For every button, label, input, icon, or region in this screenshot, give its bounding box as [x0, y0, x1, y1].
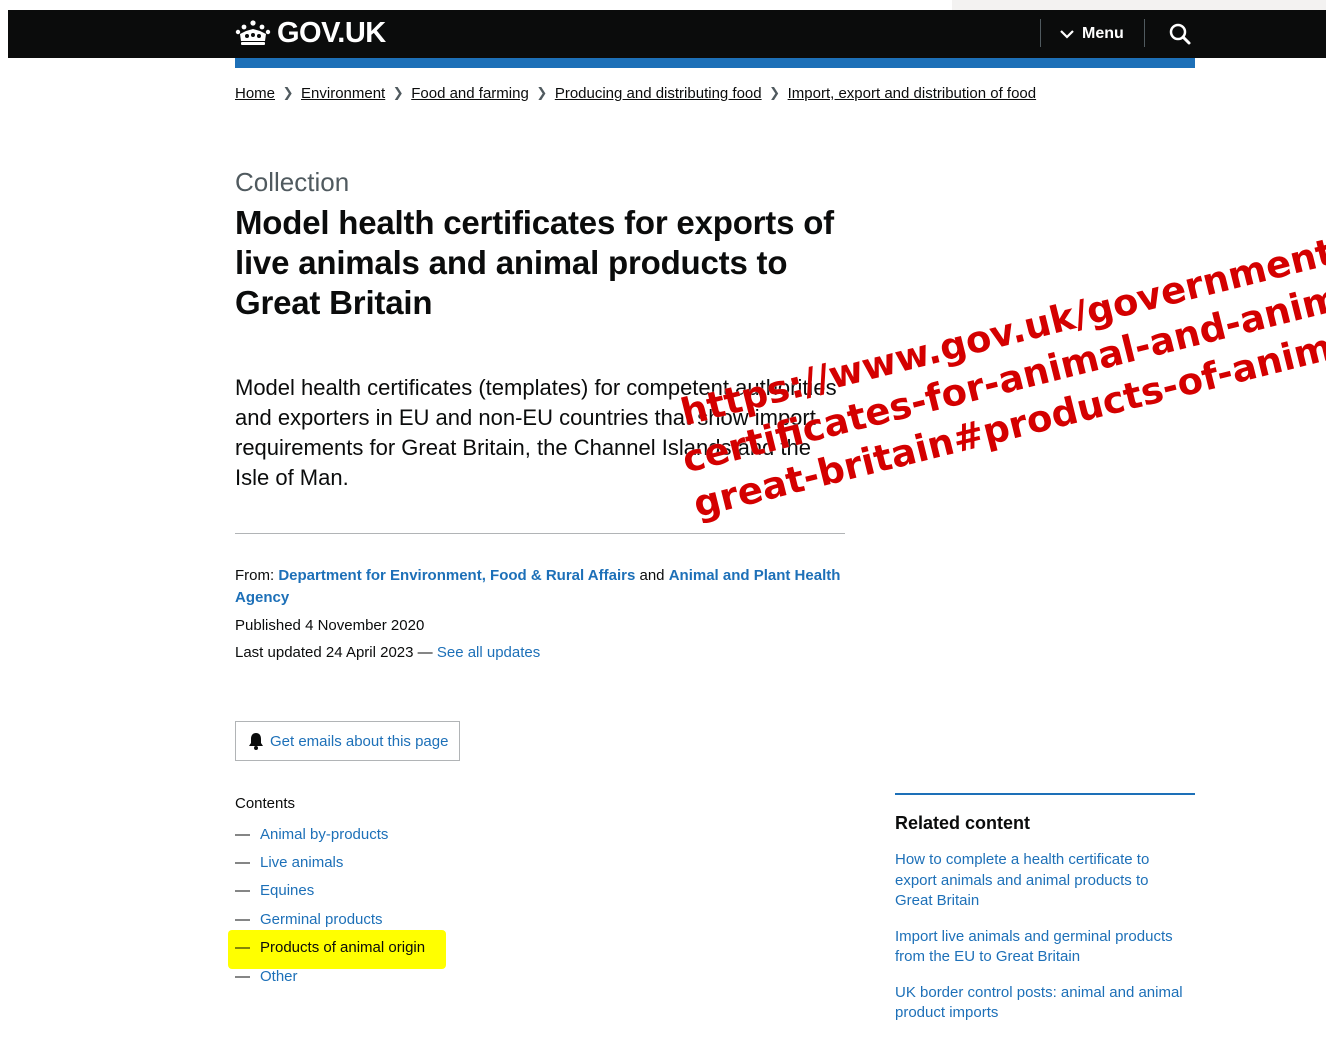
breadcrumb-producing-food[interactable]: Producing and distributing food [555, 85, 762, 102]
dash: — [235, 882, 250, 900]
list-item: — Germinal products [235, 905, 425, 933]
breadcrumb-home[interactable]: Home [235, 85, 275, 102]
contents-link-germinal-products[interactable]: Germinal products [260, 911, 383, 928]
published-date: 4 November 2020 [305, 617, 425, 634]
crown-icon [235, 20, 271, 45]
list-item: — Live animals [235, 848, 425, 876]
page-title: Model health certificates for exports of… [235, 204, 834, 321]
dash: — [235, 825, 250, 843]
get-emails-label: Get emails about this page [270, 732, 449, 750]
header-blue-bar [235, 58, 1195, 68]
org-link-defra[interactable]: Department for Environment, Food & Rural… [278, 567, 635, 584]
chevron-right-icon: ❯ [282, 85, 294, 100]
get-emails-button[interactable]: Get emails about this page [235, 721, 460, 761]
from-metadata: From: Department for Environment, Food &… [235, 565, 855, 609]
breadcrumb-import-export[interactable]: Import, export and distribution of food [788, 85, 1036, 102]
menu-button[interactable]: Menu [1060, 20, 1124, 48]
contents-link-products-of-animal-origin[interactable]: Products of animal origin [260, 939, 425, 956]
related-link[interactable]: How to complete a health certificate to … [895, 851, 1149, 909]
published-label: Published [235, 617, 301, 634]
from-label: From: [235, 567, 275, 584]
contents-link-animal-by-products[interactable]: Animal by-products [260, 826, 388, 843]
bell-icon [249, 733, 263, 750]
breadcrumb: Home ❯ Environment ❯ Food and farming ❯ … [235, 83, 1036, 103]
contents-link-other[interactable]: Other [260, 968, 298, 985]
dash: — [235, 910, 250, 928]
contents-heading: Contents [235, 795, 296, 812]
list-item: — Animal by-products [235, 820, 425, 848]
and-word: and [639, 567, 665, 584]
updated-metadata: Last updated 24 April 2023 — See all upd… [235, 642, 540, 664]
list-item: — Equines [235, 877, 425, 905]
dash: — [235, 967, 250, 985]
header-divider [1040, 19, 1041, 47]
chevron-right-icon: ❯ [769, 85, 781, 100]
breadcrumb-environment[interactable]: Environment [301, 85, 385, 102]
updated-label: Last updated [235, 644, 322, 661]
breadcrumb-food-and-farming[interactable]: Food and farming [411, 85, 529, 102]
chevron-right-icon: ❯ [392, 85, 404, 100]
related-content: Related content How to complete a health… [895, 793, 1195, 1039]
logo-text: GOV.UK [277, 16, 386, 49]
page-caption: Collection [235, 167, 350, 197]
list-item: — Other [235, 962, 425, 990]
related-link[interactable]: UK border control posts: animal and anim… [895, 984, 1183, 1022]
contents-link-equines[interactable]: Equines [260, 882, 314, 899]
search-icon [1169, 23, 1191, 45]
related-links: How to complete a health certificate to … [895, 850, 1195, 1024]
header-corner-strip [952, 0, 1326, 10]
related-content-heading: Related content [895, 813, 1031, 833]
search-button[interactable] [1166, 20, 1194, 48]
chevron-down-icon [1060, 30, 1074, 39]
list-item: How to complete a health certificate to … [895, 850, 1190, 912]
page-description: Model health certificates (templates) fo… [235, 375, 837, 490]
contents-link-live-animals[interactable]: Live animals [260, 854, 343, 871]
contents-list: — Animal by-products — Live animals — Equin… [235, 820, 425, 990]
chevron-right-icon: ❯ [536, 85, 548, 100]
section-divider [235, 533, 845, 534]
published-metadata: Published 4 November 2020 [235, 615, 424, 637]
govuk-logo-link[interactable]: GOV.UK [235, 16, 386, 50]
list-item: — Products of animal origin [235, 934, 425, 962]
dash: — [235, 939, 250, 957]
list-item: UK border control posts: animal and anim… [895, 983, 1190, 1024]
list-item: Import live animals and germinal product… [895, 927, 1190, 968]
related-link[interactable]: Import live animals and germinal product… [895, 928, 1173, 966]
site-header: GOV.UK Menu [8, 10, 1326, 58]
see-all-updates-link[interactable]: See all updates [437, 644, 540, 661]
menu-label: Menu [1082, 25, 1124, 42]
header-divider [1144, 19, 1145, 47]
updated-separator: — [417, 644, 433, 661]
dash: — [235, 854, 250, 872]
updated-date: 24 April 2023 [325, 644, 414, 661]
